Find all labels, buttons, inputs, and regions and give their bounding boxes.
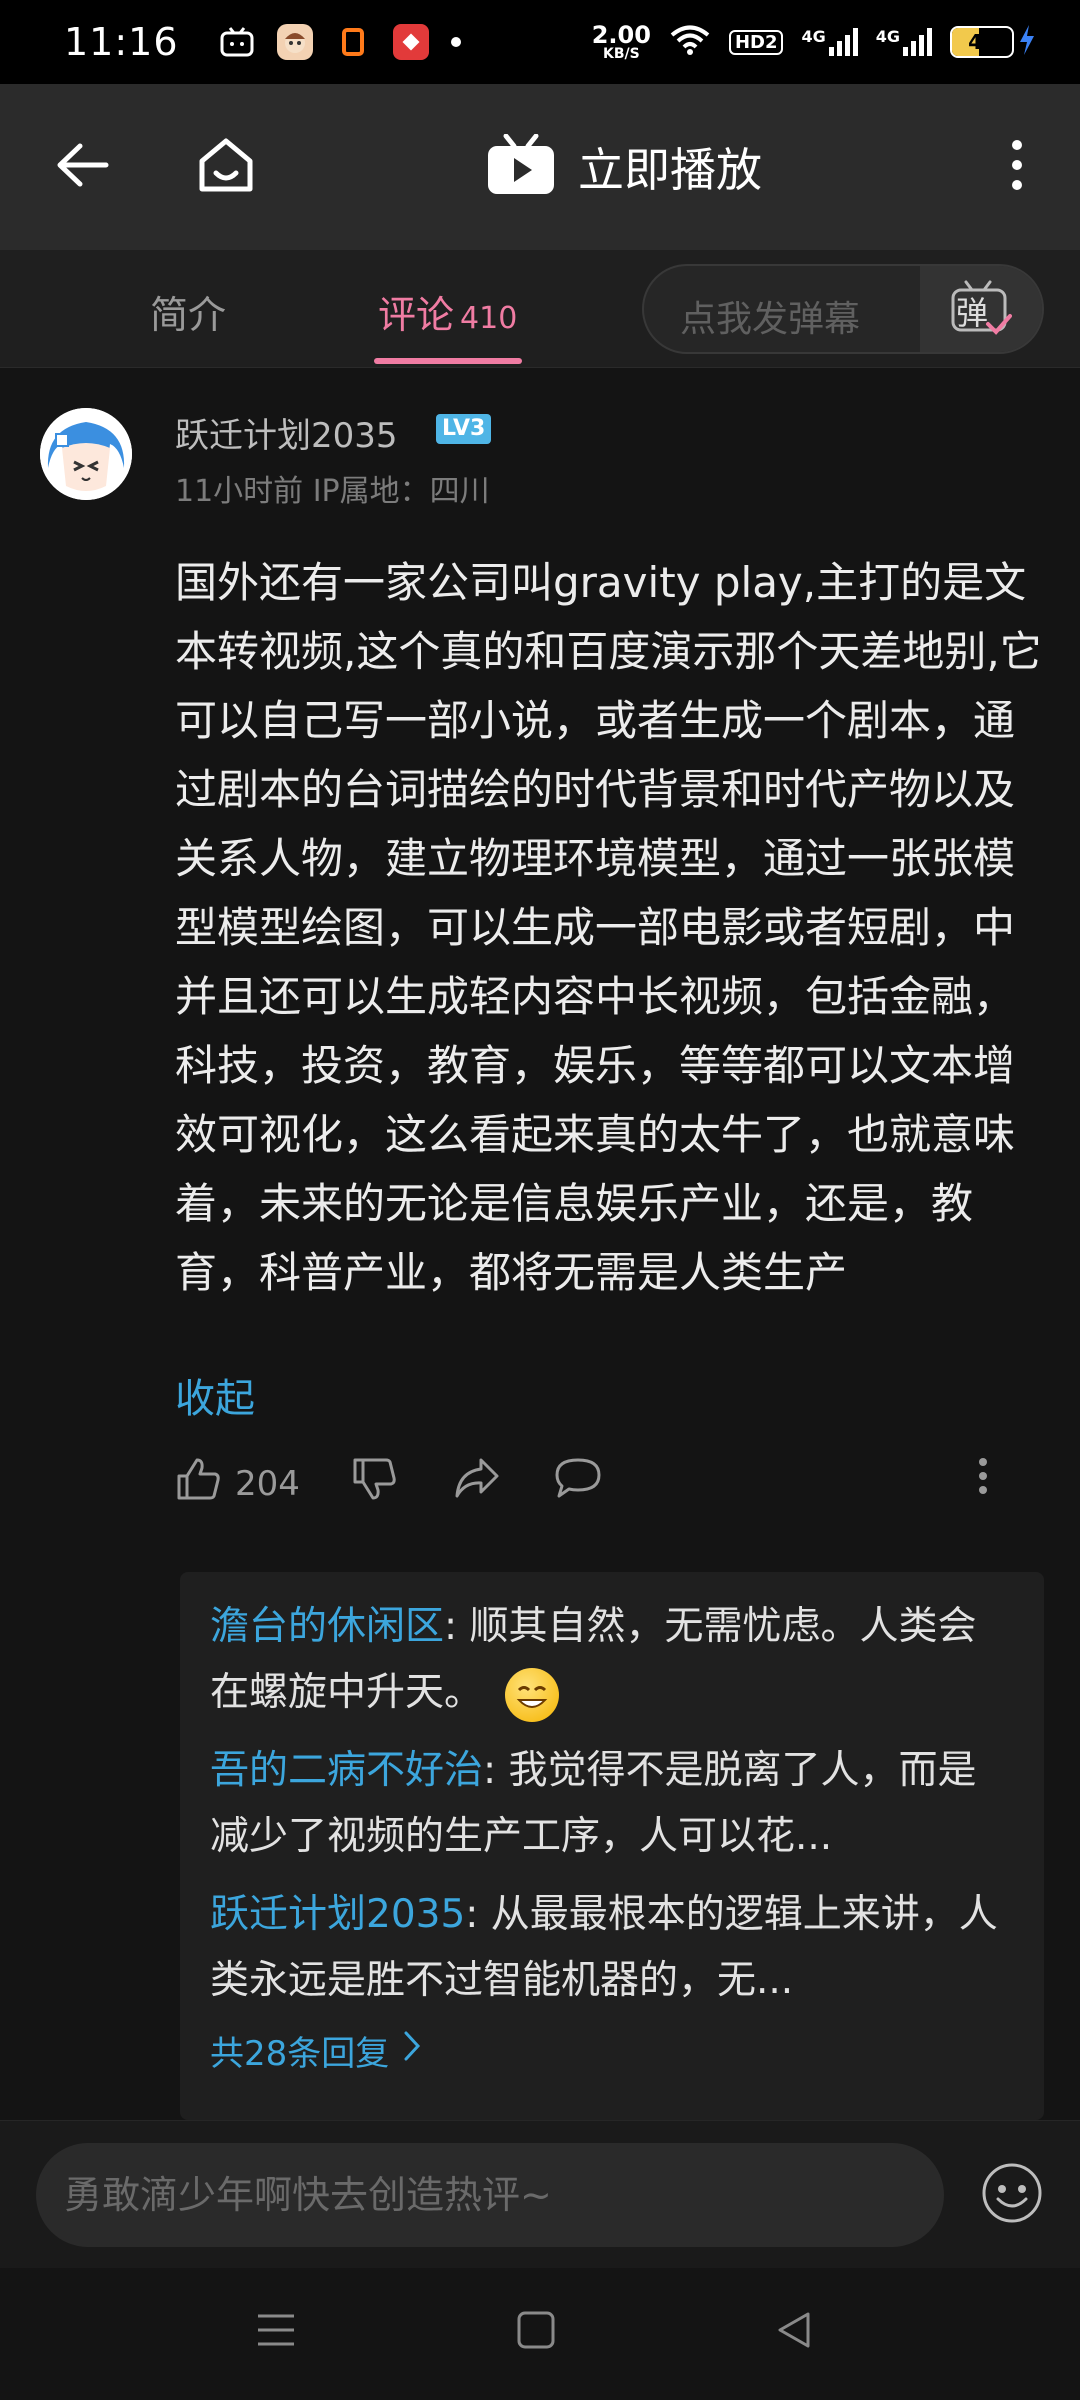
reply-item[interactable]: 吾的二病不好治: 我觉得不是脱离了人，而是减少了视频的生产工序，人可以花...: [210, 1738, 1014, 1870]
more-notifications-dot: [450, 37, 461, 47]
like-count: 204: [235, 1463, 300, 1504]
avatar-app-icon: [276, 24, 313, 60]
like-button[interactable]: 204: [175, 1456, 300, 1511]
more-vertical-icon[interactable]: [1010, 138, 1024, 196]
page-title: 立即播放: [578, 143, 762, 197]
tv-play-icon: [486, 133, 556, 200]
orange-app-icon: [335, 24, 371, 60]
level-badge: LV3: [436, 414, 492, 444]
network-speed: 2.00 KB/S: [592, 23, 651, 61]
home-square-icon[interactable]: [514, 2308, 558, 2356]
comment-input[interactable]: 勇敢滴少年啊快去创造热评~: [36, 2143, 944, 2247]
tab-comments[interactable]: 评论 410: [378, 284, 517, 339]
hd-voice-badge: HD2: [728, 29, 784, 55]
emoji-picker-icon[interactable]: [980, 2161, 1044, 2229]
play-now-button[interactable]: 立即播放: [486, 133, 762, 200]
reply-item[interactable]: 澹台的休闲区: 顺其自然，无需忧虑。人类会在螺旋中升天。: [210, 1594, 1014, 1726]
active-tab-indicator: [374, 358, 522, 364]
reply-username[interactable]: 澹台的休闲区: [210, 1604, 444, 1649]
home-icon[interactable]: [196, 135, 256, 199]
danmaku-placeholder: 点我发弹幕: [680, 299, 861, 340]
system-nav-bar: [0, 2268, 1080, 2400]
battery-indicator: 45: [950, 24, 1036, 61]
red-app-icon: [392, 24, 429, 60]
back-arrow-icon[interactable]: [56, 142, 110, 192]
share-icon: [453, 1456, 501, 1509]
signal-1-label: 4G: [801, 27, 826, 46]
signal-icon-2: 4G: [876, 27, 932, 57]
chevron-right-icon: [403, 2030, 421, 2071]
comment-username[interactable]: 跃迁计划2035: [175, 408, 398, 457]
comment-more-button[interactable]: [977, 1456, 989, 1505]
comment-input-bar: 勇敢滴少年啊快去创造热评~: [0, 2120, 1080, 2268]
tab-comments-count: 410: [460, 301, 518, 336]
network-speed-value: 2.00: [591, 21, 651, 49]
more-vertical-small-icon: [977, 1456, 989, 1505]
avatar[interactable]: [40, 408, 132, 500]
replies-panel[interactable]: 澹台的休闲区: 顺其自然，无需忧虑。人类会在螺旋中升天。 吾的二病不好治: 我觉…: [180, 1572, 1044, 2120]
signal-icon-1: 4G: [801, 27, 858, 57]
tab-comments-label: 评论: [378, 293, 455, 337]
title-bar: 立即播放: [0, 84, 1080, 250]
status-system-icons: 2.00 KB/S HD2 4G 4G 45: [592, 23, 1036, 61]
network-speed-unit: KB/S: [602, 46, 640, 62]
more-replies-label: 共28条回复: [210, 2034, 390, 2074]
danmaku-input[interactable]: 点我发弹幕 弹: [642, 264, 1044, 354]
wifi-icon: [669, 24, 711, 61]
back-triangle-icon[interactable]: [772, 2308, 816, 2356]
smile-emoji-icon: [505, 1667, 560, 1722]
reply-item[interactable]: 跃迁计划2035: 从最最根本的逻辑上来讲，人类永远是胜不过智能机器的，无...: [210, 1882, 1014, 2014]
reply-username[interactable]: 吾的二病不好治: [210, 1748, 483, 1793]
collapse-link[interactable]: 收起: [175, 1366, 255, 1424]
menu-icon[interactable]: [254, 2308, 298, 2356]
battery-level: 45: [968, 30, 996, 54]
comment-actions: 204: [175, 1456, 1015, 1516]
signal-2-label: 4G: [875, 27, 900, 46]
status-bar: 11:16 2.00 KB/S HD2 4G 4G 45: [0, 0, 1080, 84]
thumbs-up-icon: [175, 1456, 221, 1511]
danmaku-button-label: 弹: [956, 294, 989, 332]
dislike-button[interactable]: [351, 1456, 397, 1511]
thumbs-down-icon: [351, 1456, 397, 1511]
tab-intro[interactable]: 简介: [150, 284, 226, 339]
reply-username[interactable]: 跃迁计划2035: [210, 1892, 465, 1937]
battery-body: 45: [950, 26, 1014, 58]
status-time: 11:16: [64, 20, 179, 64]
status-notification-icons: [219, 24, 461, 60]
charging-bolt-icon: [1018, 24, 1036, 61]
danmaku-toggle-button[interactable]: 弹: [920, 266, 1042, 352]
tab-bar: 简介 评论 410 点我发弹幕 弹: [0, 250, 1080, 368]
reply-button[interactable]: [553, 1456, 603, 1509]
comment-meta: 11小时前 IP属地：四川: [175, 474, 490, 509]
share-button[interactable]: [453, 1456, 501, 1509]
bilibili-tv-icon: [219, 24, 255, 60]
chat-bubble-icon: [553, 1456, 603, 1509]
comment-text: 国外还有一家公司叫gravity play,主打的是文本转视频,这个真的和百度演…: [175, 558, 1042, 1297]
more-replies-link[interactable]: 共28条回复: [210, 2026, 1014, 2075]
